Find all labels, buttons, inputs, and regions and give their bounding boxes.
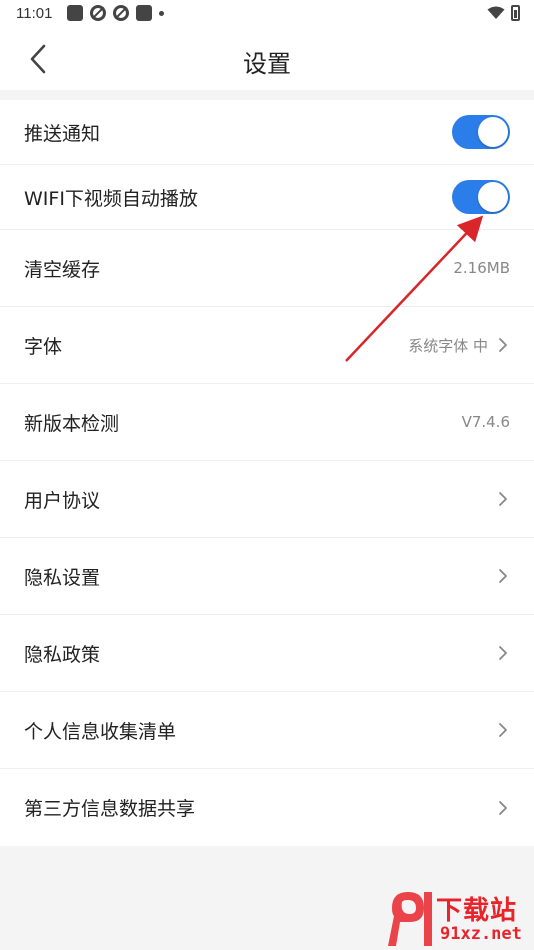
setting-privacy-settings[interactable]: 隐私设置 <box>0 538 534 615</box>
setting-user-agreement[interactable]: 用户协议 <box>0 461 534 538</box>
app-header: 设置 <box>0 28 534 90</box>
watermark-logo-icon <box>388 892 432 946</box>
setting-label: 用户协议 <box>24 489 101 512</box>
setting-personal-info-list[interactable]: 个人信息收集清单 <box>0 692 534 769</box>
wifi-icon <box>487 6 505 19</box>
setting-wifi-autoplay: WIFI下视频自动播放 <box>0 165 534 230</box>
setting-clear-cache[interactable]: 清空缓存 2.16MB <box>0 230 534 307</box>
wifi-autoplay-toggle[interactable] <box>452 180 510 214</box>
chevron-right-icon <box>499 492 507 506</box>
sync-icon-2 <box>113 5 129 21</box>
setting-label: WIFI下视频自动播放 <box>24 187 198 210</box>
settings-list: 推送通知 WIFI下视频自动播放 清空缓存 2.16MB 字体 系统字体 中 新… <box>0 100 534 846</box>
chevron-right-icon <box>499 723 507 737</box>
setting-push-notifications: 推送通知 <box>0 100 534 165</box>
chevron-right-icon <box>499 800 507 815</box>
setting-third-party-sharing[interactable]: 第三方信息数据共享 <box>0 769 534 846</box>
watermark-domain: 91xz.net <box>440 924 522 944</box>
sync-icon <box>90 5 106 21</box>
toggle-knob <box>478 117 508 147</box>
chevron-right-icon <box>499 646 507 660</box>
cache-size-value: 2.16MB <box>453 259 510 277</box>
app-notification-icon-2 <box>136 5 152 21</box>
toggle-knob <box>478 182 508 212</box>
setting-label: 清空缓存 <box>24 258 101 281</box>
battery-icon <box>511 5 520 21</box>
setting-font[interactable]: 字体 系统字体 中 <box>0 307 534 384</box>
setting-version-check[interactable]: 新版本检测 V7.4.6 <box>0 384 534 461</box>
app-notification-icon <box>67 5 83 21</box>
status-bar: 11:01 <box>0 0 534 28</box>
setting-label: 隐私设置 <box>24 566 101 589</box>
more-notifications-icon <box>159 10 164 16</box>
system-icons <box>487 5 520 21</box>
font-value: 系统字体 中 <box>408 336 488 355</box>
page-title: 设置 <box>243 50 291 78</box>
setting-privacy-policy[interactable]: 隐私政策 <box>0 615 534 692</box>
setting-label: 推送通知 <box>24 122 101 145</box>
watermark: 下载站 91xz.net <box>386 888 534 950</box>
setting-label: 字体 <box>24 335 63 358</box>
version-value: V7.4.6 <box>461 413 510 431</box>
notification-icons <box>67 5 164 21</box>
push-notifications-toggle[interactable] <box>452 115 510 149</box>
chevron-right-icon <box>499 569 507 583</box>
setting-label: 第三方信息数据共享 <box>24 798 196 820</box>
chevron-right-icon <box>499 338 507 352</box>
setting-label: 个人信息收集清单 <box>24 720 177 743</box>
setting-label: 新版本检测 <box>24 412 120 435</box>
watermark-brand: 下载站 <box>436 896 518 926</box>
setting-label: 隐私政策 <box>24 643 101 666</box>
status-time: 11:01 <box>16 5 53 22</box>
